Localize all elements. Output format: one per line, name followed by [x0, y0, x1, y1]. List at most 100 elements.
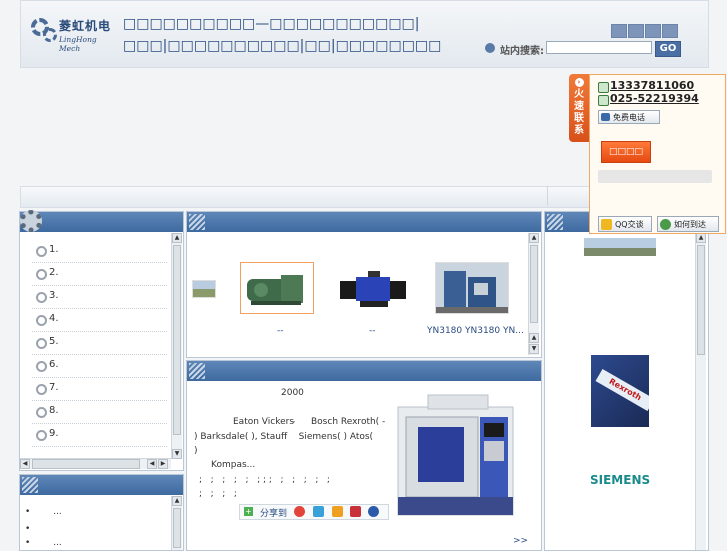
douban-icon[interactable]	[368, 506, 379, 517]
qzone-icon[interactable]	[313, 506, 324, 517]
online-service-button[interactable]: □□□□	[601, 141, 651, 163]
share-plus-icon[interactable]: +	[244, 507, 253, 516]
left-list-panel: 1. 2. 3. 4. 5. 6. 7. 8. 9. ▲ ▼ ◀ ◀ ▶	[19, 210, 184, 471]
renren-icon[interactable]	[332, 506, 343, 517]
hydraulic-pump-image	[247, 275, 303, 305]
news-item[interactable]: • ...	[25, 507, 62, 517]
product-image[interactable]	[240, 262, 314, 314]
list-item[interactable]: 8.	[32, 401, 167, 424]
list-item[interactable]: 7.	[32, 378, 167, 401]
gear-icon	[20, 210, 42, 232]
company-logo[interactable]: 菱虹机电 LingHong Mech	[29, 15, 119, 53]
site-header: 菱虹机电 LingHong Mech □□□□□□□□□□—□□□□□□□□□□…	[20, 0, 709, 68]
intro-panel: 2000 Eaton Vickers - Bosch Rexroth( - ) …	[186, 360, 542, 551]
scroll-left-arrow[interactable]: ◀	[20, 459, 30, 469]
scroll-thumb[interactable]	[530, 245, 538, 323]
scroll-thumb[interactable]	[697, 245, 705, 355]
product-image[interactable]	[192, 280, 216, 298]
search-icon	[485, 43, 495, 53]
map-icon	[660, 219, 671, 230]
scroll-thumb[interactable]	[173, 245, 181, 435]
arrow-right-icon: ›	[574, 78, 584, 87]
bullet-icon	[36, 292, 47, 303]
product-panel: -- -- YN3180 YN3180 YN... ▲ ▲ ▼	[186, 211, 542, 358]
header-shortcut-button[interactable]	[645, 24, 661, 38]
logo-text-cn: 菱虹机电	[59, 19, 112, 33]
list-item[interactable]: 2.	[32, 263, 167, 286]
siemens-logo[interactable]: SIEMENS	[590, 473, 650, 487]
scroll-right-arrow[interactable]: ▶	[158, 459, 168, 469]
list-item[interactable]: 1.	[32, 240, 167, 263]
list-item[interactable]: 5.	[32, 332, 167, 355]
logo-text-en: LingHong Mech	[59, 35, 97, 53]
gear-hobbing-machine-image	[436, 263, 508, 313]
header-shortcut-button[interactable]	[611, 24, 627, 38]
intro-text: Eaton Vickers	[233, 417, 295, 427]
scroll-up-arrow[interactable]: ▲	[529, 233, 539, 243]
scroll-up-arrow[interactable]: ▲	[529, 333, 539, 343]
scroll-down-arrow[interactable]: ▼	[172, 449, 182, 459]
bullet-icon	[36, 430, 47, 441]
scroll-thumb[interactable]	[173, 508, 181, 548]
rexroth-logo-text: Rexroth	[595, 368, 649, 412]
header-shortcut-button[interactable]	[662, 24, 678, 38]
phone-number[interactable]: 025-52219394	[610, 92, 699, 105]
brand-panel: Rexroth SIEMENS ▲	[544, 211, 709, 551]
news-item[interactable]: •	[25, 524, 30, 534]
kaixin-icon[interactable]	[350, 506, 361, 517]
list-item[interactable]: 3.	[32, 286, 167, 309]
list-item[interactable]: 4.	[32, 309, 167, 332]
product-image[interactable]	[337, 262, 411, 314]
contact-tab[interactable]: › 火速联系	[569, 74, 589, 142]
qq-chat-button[interactable]: QQ交谈	[598, 216, 652, 232]
share-bar: + 分享到	[239, 504, 389, 520]
bullet-icon	[36, 246, 47, 257]
product-image[interactable]	[435, 262, 509, 314]
vertical-scrollbar[interactable]: ▲ ▼	[171, 233, 182, 459]
contact-tab-label: 火速联系	[574, 89, 584, 136]
scroll-up-arrow[interactable]: ▲	[172, 496, 182, 506]
product-caption[interactable]: --	[277, 326, 284, 336]
nav-divider	[547, 186, 548, 206]
scroll-up-arrow[interactable]: ▲	[696, 233, 706, 243]
bullet-icon	[36, 269, 47, 280]
factory-photo[interactable]	[584, 238, 656, 256]
contact-box: 13337811060 025-52219394 免费电话 □□□□ QQ交谈 …	[589, 74, 726, 234]
vertical-scrollbar[interactable]: ▲ ▲ ▼	[528, 233, 539, 355]
gear-icon	[43, 28, 57, 42]
phone-number[interactable]: 13337811060	[610, 79, 694, 92]
panel-deco-icon	[189, 363, 205, 379]
bullet-icon	[36, 361, 47, 372]
directions-button[interactable]: 如何到达	[657, 216, 719, 232]
scroll-left-arrow[interactable]: ◀	[147, 459, 157, 469]
bullet-icon	[36, 407, 47, 418]
panel-deco-icon	[22, 477, 38, 493]
bullet-icon	[36, 315, 47, 326]
news-item[interactable]: • ...	[25, 538, 62, 548]
intro-text: Bosch Rexroth( -	[311, 417, 386, 427]
header-shortcut-button[interactable]	[628, 24, 644, 38]
rexroth-brand-image[interactable]: Rexroth	[591, 355, 649, 427]
intro-text: Kompas...	[211, 460, 256, 470]
share-label[interactable]: 分享到	[260, 506, 287, 519]
vertical-scrollbar[interactable]: ▲	[171, 496, 182, 550]
product-caption[interactable]: --	[369, 326, 376, 336]
list-item[interactable]: 6.	[32, 355, 167, 378]
scroll-up-arrow[interactable]: ▲	[172, 233, 182, 243]
scroll-thumb[interactable]	[32, 459, 140, 469]
weibo-icon[interactable]	[294, 506, 305, 517]
panel-deco-icon	[189, 214, 205, 230]
horizontal-scrollbar[interactable]: ◀ ◀ ▶	[20, 458, 171, 469]
qq-icon	[601, 219, 612, 230]
search-input[interactable]	[546, 41, 652, 54]
scroll-down-arrow[interactable]: ▼	[529, 344, 539, 354]
left-news-panel: • ... • • ... ▲	[19, 474, 184, 551]
search-go-button[interactable]: GO	[655, 41, 681, 57]
product-caption[interactable]: YN3180 YN3180 YN...	[427, 326, 524, 336]
free-call-button[interactable]: 免费电话	[598, 110, 660, 124]
vertical-scrollbar[interactable]: ▲	[695, 233, 706, 550]
panel-header	[20, 475, 183, 495]
list-item[interactable]: 9.	[32, 424, 167, 447]
site-title: □□□□□□□□□□—□□□□□□□□□□□|□□□|□□□□□□□□□□|□□…	[123, 16, 442, 54]
intro-text: ; ; ; ; ; ; ; ; ; ; ; ; ;	[199, 475, 330, 485]
